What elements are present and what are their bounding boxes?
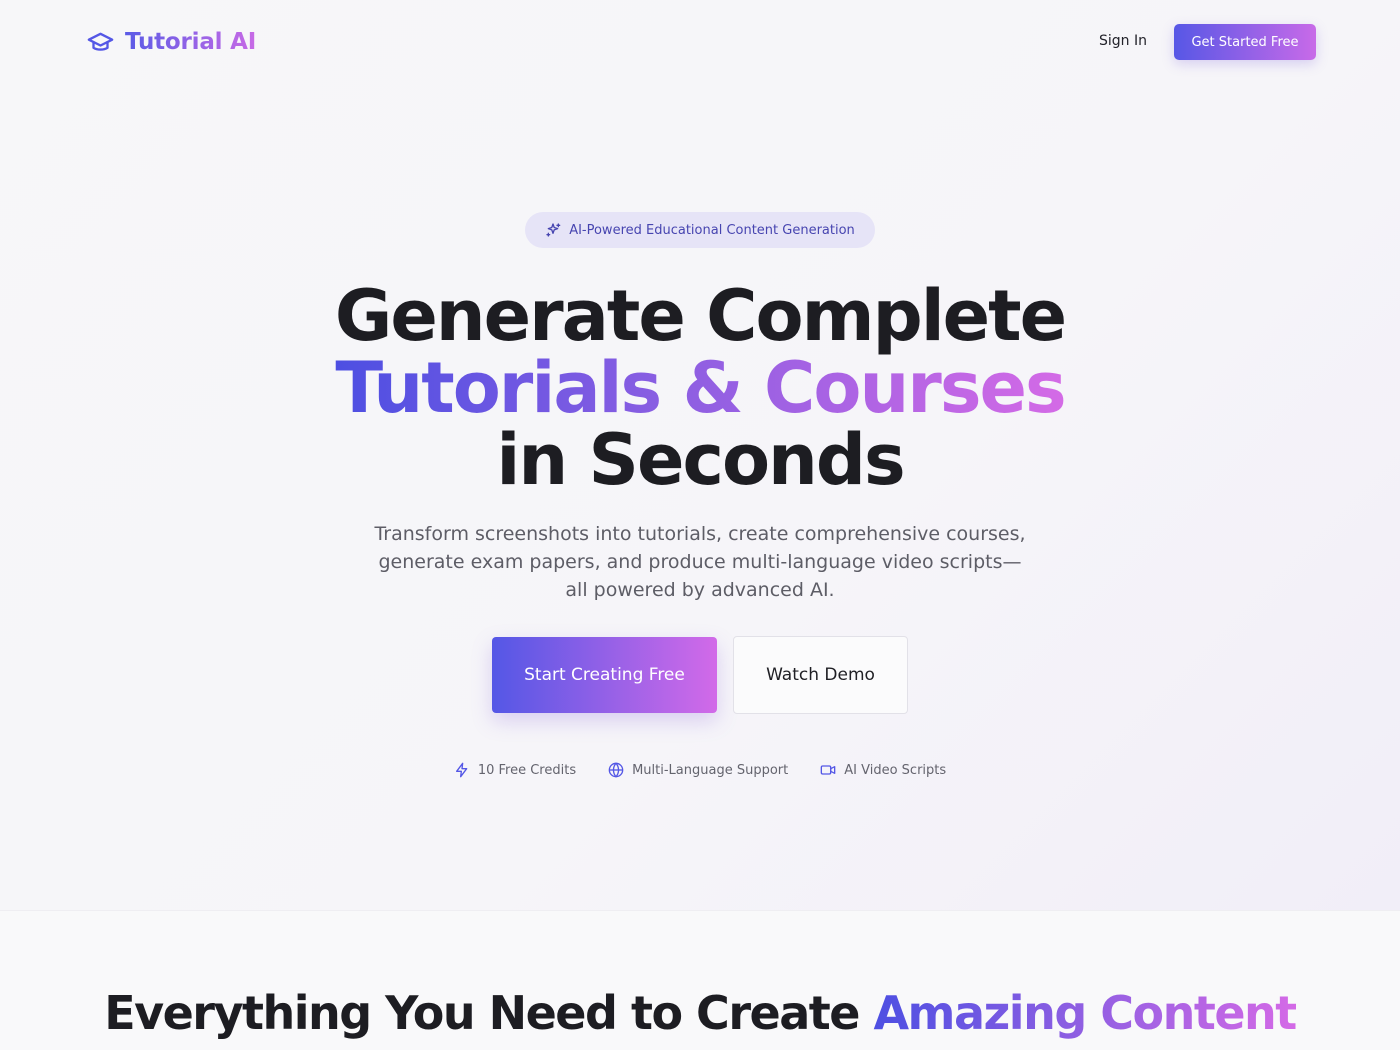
get-started-button[interactable]: Get Started Free xyxy=(1174,24,1316,60)
section-heading-accent: Amazing Content xyxy=(873,986,1297,1040)
brand-name: Tutorial AI xyxy=(125,29,257,55)
section-heading-plain: Everything You Need to Create xyxy=(104,986,874,1040)
headline-line-1: Generate Complete xyxy=(334,275,1067,357)
graduation-cap-icon xyxy=(87,32,114,51)
headline-line-2: Tutorials & Courses xyxy=(200,352,1200,424)
watch-demo-button[interactable]: Watch Demo xyxy=(733,636,908,714)
feature-free-credits: 10 Free Credits xyxy=(454,762,576,778)
sparkles-icon xyxy=(546,223,561,237)
start-creating-button[interactable]: Start Creating Free xyxy=(492,637,717,713)
hero-subtitle: Transform screenshots into tutorials, cr… xyxy=(374,523,1026,601)
feature-list: 10 Free Credits Multi-Language Support A… xyxy=(0,762,1400,778)
headline-line-3: in Seconds xyxy=(496,419,905,501)
sign-in-link[interactable]: Sign In xyxy=(1099,33,1147,49)
lightning-icon xyxy=(455,762,468,778)
feature-label: AI Video Scripts xyxy=(844,762,947,778)
feature-label: Multi-Language Support xyxy=(632,762,789,778)
feature-multi-language: Multi-Language Support xyxy=(608,762,788,778)
brand-logo[interactable]: Tutorial AI xyxy=(85,27,256,57)
video-icon xyxy=(820,765,836,775)
globe-icon xyxy=(608,762,624,778)
headline-accent: Tutorials & Courses xyxy=(335,347,1066,429)
badge-text: AI-Powered Educational Content Generatio… xyxy=(569,222,855,238)
feature-video-scripts: AI Video Scripts xyxy=(820,762,946,778)
hero-badge: AI-Powered Educational Content Generatio… xyxy=(525,212,875,248)
feature-label: 10 Free Credits xyxy=(477,762,577,778)
section-heading: Everything You Need to Create Amazing Co… xyxy=(100,985,1300,1041)
